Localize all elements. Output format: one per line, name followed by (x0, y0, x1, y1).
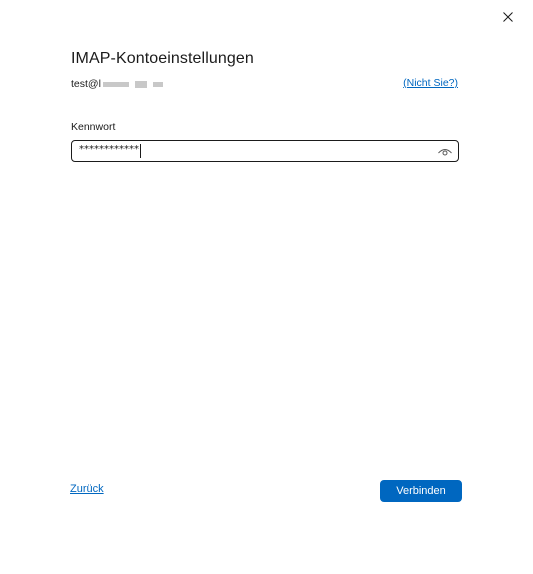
account-row: test@l (Nicht Sie?) (71, 77, 462, 93)
text-caret (140, 144, 141, 158)
redacted-email-part (152, 81, 163, 87)
redacted-email-part (102, 81, 129, 87)
account-email: test@l (71, 77, 163, 91)
not-you-link[interactable]: (Nicht Sie?) (403, 77, 458, 89)
close-button[interactable] (497, 6, 519, 28)
imap-settings-dialog: IMAP-Kontoeinstellungen test@l (Nicht Si… (0, 0, 533, 574)
close-icon (503, 12, 513, 22)
dialog-title: IMAP-Kontoeinstellungen (71, 50, 254, 67)
connect-button[interactable]: Verbinden (380, 480, 462, 502)
password-value: ************ (79, 144, 139, 155)
account-email-text: test@l (71, 78, 101, 90)
redacted-email-part (134, 80, 147, 88)
password-field[interactable]: ************ (71, 140, 459, 162)
eye-icon[interactable] (437, 145, 453, 157)
password-label: Kennwort (71, 121, 116, 133)
back-link[interactable]: Zurück (70, 483, 104, 495)
